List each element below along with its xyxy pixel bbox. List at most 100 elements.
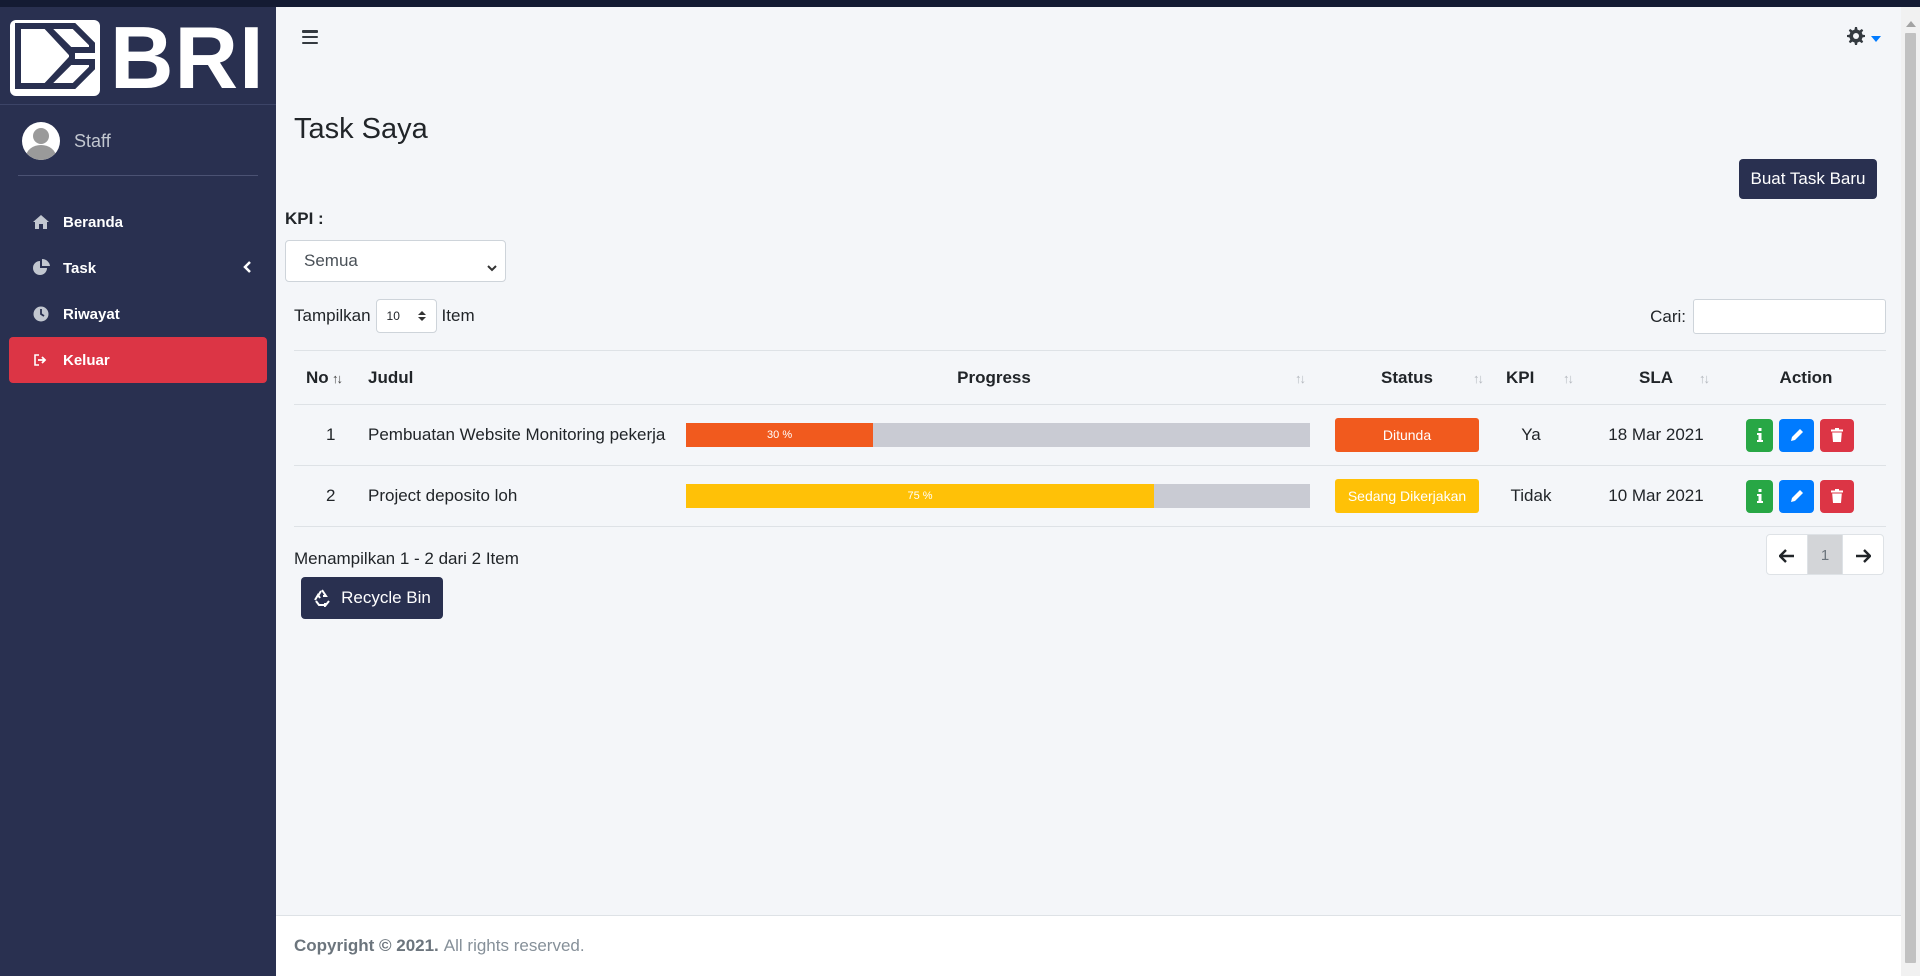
sidebar: BRI Staff Beranda Task Riwayat Keluar	[0, 7, 276, 976]
column-header-label: Judul	[368, 367, 414, 387]
length-select[interactable]: 10	[375, 299, 437, 333]
kpi-filter-select[interactable]: Semua	[285, 240, 506, 282]
cell-progress: 75 %	[666, 465, 1322, 527]
trash-icon	[1831, 428, 1843, 442]
task-table: No ↑↓ Judul Progress ↑↓ Status ↑↓ KPI ↑↓…	[294, 350, 1886, 527]
sidebar-item-keluar[interactable]: Keluar	[9, 337, 267, 383]
table-header-row: No ↑↓ Judul Progress ↑↓ Status ↑↓ KPI ↑↓…	[294, 350, 1886, 405]
delete-button[interactable]	[1820, 479, 1854, 513]
info-button[interactable]	[1746, 479, 1773, 513]
avatar	[22, 122, 60, 160]
bri-logo-icon	[10, 20, 100, 96]
table-row: 2 Project deposito loh 75 % Sedang Diker…	[294, 465, 1886, 527]
chevron-down-icon	[1871, 35, 1881, 42]
cell-action	[1726, 465, 1886, 527]
length-label: Tampilkan	[294, 306, 371, 325]
new-task-button[interactable]: Buat Task Baru	[1739, 159, 1877, 199]
table-info: Menampilkan 1 - 2 dari 2 Item	[294, 549, 519, 568]
footer: Copyright © 2021. All rights reserved.	[276, 915, 1901, 976]
progress-fill: 75 %	[686, 484, 1154, 508]
column-header-progress[interactable]: Progress ↑↓	[666, 350, 1322, 405]
search-input[interactable]	[1693, 299, 1886, 334]
status-badge: Ditunda	[1335, 418, 1479, 452]
cell-kpi: Tidak	[1492, 465, 1586, 527]
sidebar-item-label: Riwayat	[63, 305, 120, 323]
search-label: Cari:	[1650, 306, 1686, 326]
cell-judul: Pembuatan Website Monitoring pekerja	[360, 404, 666, 466]
sort-icon: ↑↓	[1295, 371, 1306, 386]
pie-chart-icon	[31, 258, 51, 278]
edit-button[interactable]	[1779, 418, 1814, 452]
arrow-right-icon	[1856, 548, 1871, 563]
sort-icon: ↑↓	[1563, 371, 1574, 386]
status-badge: Sedang Dikerjakan	[1335, 479, 1479, 513]
info-icon	[1756, 489, 1763, 503]
scroll-thumb[interactable]	[1905, 33, 1916, 963]
pagination-prev[interactable]	[1767, 535, 1807, 574]
length-item-label: Item	[441, 306, 475, 325]
progress-bar: 75 %	[686, 484, 1310, 508]
gear-icon	[1847, 27, 1865, 50]
trash-icon	[1831, 489, 1843, 503]
scrollbar[interactable]	[1901, 7, 1920, 976]
sidebar-divider	[0, 104, 276, 105]
info-button[interactable]	[1746, 418, 1773, 452]
brand-name: BRI	[110, 8, 265, 107]
cell-sla: 10 Mar 2021	[1586, 465, 1726, 527]
info-icon	[1756, 428, 1763, 442]
sidebar-item-label: Keluar	[63, 351, 110, 369]
edit-button[interactable]	[1779, 479, 1814, 513]
footer-copyright: Copyright © 2021.	[294, 936, 439, 955]
page-title: Task Saya	[294, 113, 428, 145]
recycle-bin-button[interactable]: Recycle Bin	[301, 577, 443, 619]
footer-rights: All rights reserved.	[443, 936, 585, 955]
pagination-page[interactable]: 1	[1807, 535, 1843, 574]
settings-dropdown[interactable]	[1847, 27, 1881, 50]
sidebar-item-beranda[interactable]: Beranda	[9, 199, 267, 245]
column-header-status[interactable]: Status ↑↓	[1322, 350, 1492, 405]
cell-status: Sedang Dikerjakan	[1322, 465, 1492, 527]
sort-icon: ↑↓	[1699, 371, 1710, 386]
column-header-no[interactable]: No ↑↓	[294, 350, 360, 405]
progress-fill: 30 %	[686, 423, 874, 447]
cell-action	[1726, 404, 1886, 466]
chevron-left-icon	[243, 260, 251, 277]
sign-out-icon	[31, 350, 51, 370]
arrow-left-icon	[1779, 548, 1794, 563]
sort-icon: ↑↓	[1473, 371, 1484, 386]
column-header-label: KPI	[1506, 367, 1535, 387]
brand-logo[interactable]: BRI	[10, 14, 264, 102]
cell-no: 2	[294, 465, 360, 527]
sort-asc-icon: ↑↓	[332, 371, 343, 386]
column-header-kpi[interactable]: KPI ↑↓	[1492, 350, 1586, 405]
column-header-label: Action	[1779, 367, 1833, 387]
recycle-icon	[313, 589, 331, 607]
cell-sla: 18 Mar 2021	[1586, 404, 1726, 466]
pencil-icon	[1790, 429, 1803, 441]
column-header-judul[interactable]: Judul	[360, 350, 666, 405]
column-header-sla[interactable]: SLA ↑↓	[1586, 350, 1726, 405]
user-panel[interactable]: Staff	[22, 121, 111, 161]
pagination-next[interactable]	[1843, 535, 1883, 574]
kpi-filter-value: Semua	[304, 251, 358, 270]
cell-kpi: Ya	[1492, 404, 1586, 466]
sidebar-nav: Beranda Task Riwayat Keluar	[9, 199, 267, 383]
window-top-strip	[0, 0, 1920, 7]
home-icon	[31, 212, 51, 232]
sidebar-item-task[interactable]: Task	[9, 245, 267, 291]
column-header-label: No	[306, 367, 329, 387]
recycle-bin-label: Recycle Bin	[341, 588, 431, 607]
sidebar-item-riwayat[interactable]: Riwayat	[9, 291, 267, 337]
table-search: Cari:	[1650, 299, 1886, 334]
table-row: 1 Pembuatan Website Monitoring pekerja 3…	[294, 404, 1886, 466]
column-header-action: Action	[1726, 350, 1886, 405]
length-value: 10	[386, 309, 400, 323]
scroll-up-arrow-icon[interactable]	[1906, 21, 1916, 27]
delete-button[interactable]	[1820, 418, 1854, 452]
hamburger-menu-icon[interactable]	[302, 30, 318, 45]
user-name: Staff	[74, 130, 111, 151]
cell-status: Ditunda	[1322, 404, 1492, 466]
column-header-label: Progress	[957, 367, 1031, 387]
sidebar-item-label: Task	[63, 259, 97, 277]
sort-updown-icon	[417, 310, 426, 325]
